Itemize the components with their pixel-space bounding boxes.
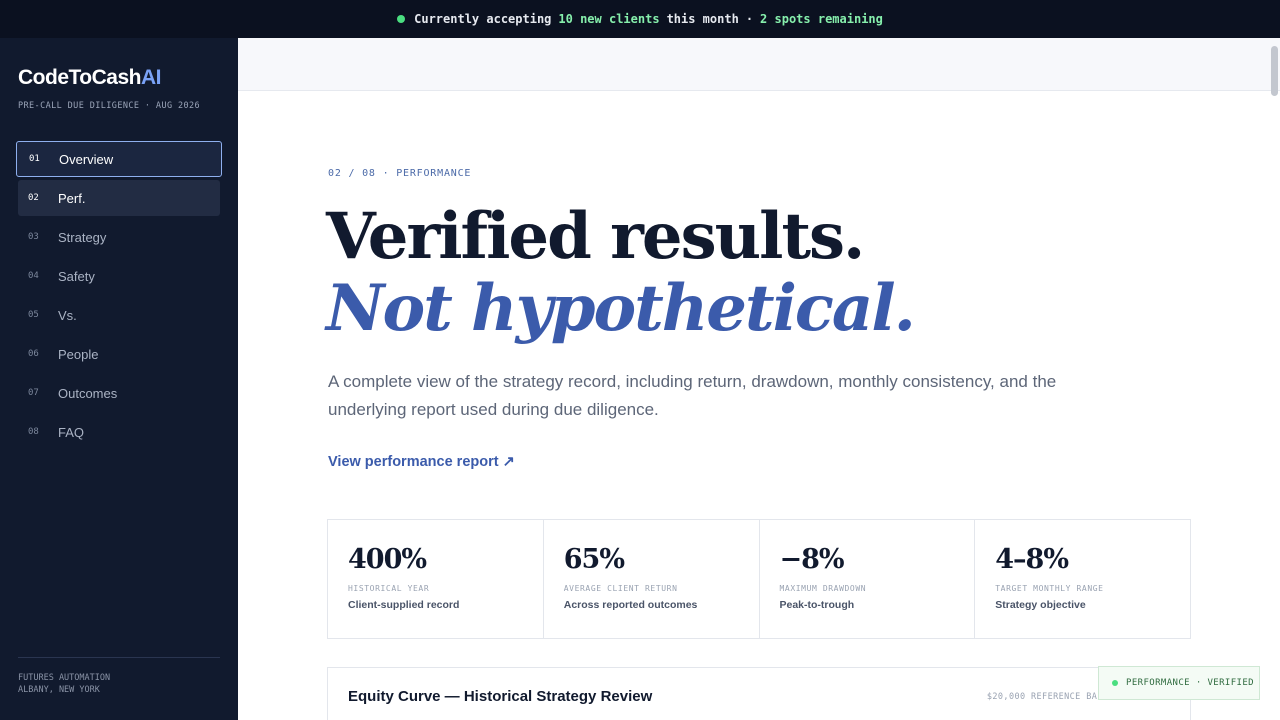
stat-value: 4–8% — [995, 544, 1069, 575]
stat-value: 65% — [563, 544, 625, 575]
stat-description: Across reported outcomes — [563, 599, 698, 611]
verified-badge-label: PERFORMANCE · VERIFIED — [1126, 678, 1255, 688]
stat-card: 65% AVERAGE CLIENT RETURN Across reporte… — [544, 520, 760, 638]
banner-separator: · — [745, 12, 754, 26]
brand-name-accent: AI — [140, 66, 162, 89]
stat-card: 400% HISTORICAL YEAR Client-supplied rec… — [328, 520, 544, 638]
nav-item-number: 01 — [29, 154, 40, 164]
stat-caption: AVERAGE CLIENT RETURN — [563, 584, 678, 593]
section-nav: 01 Overview 02 Perf. 03 Strategy 04 Safe… — [16, 141, 222, 453]
nav-item-versus[interactable]: 05 Vs. — [16, 297, 222, 333]
nav-item-label: Perf. — [58, 190, 86, 206]
stat-description: Client-supplied record — [348, 599, 460, 611]
stat-description: Strategy objective — [995, 599, 1086, 611]
stat-value: 400% — [348, 544, 427, 575]
nav-item-number: 03 — [28, 232, 39, 242]
nav-item-performance[interactable]: 02 Perf. — [18, 180, 220, 216]
nav-item-label: People — [58, 346, 99, 362]
status-dot-icon — [1112, 680, 1118, 686]
stat-value: −8% — [779, 544, 845, 575]
nav-item-strategy[interactable]: 03 Strategy — [16, 219, 222, 255]
lead-paragraph: A complete view of the strategy record, … — [328, 372, 1057, 419]
nav-item-faq[interactable]: 08 FAQ — [16, 414, 222, 450]
page-title: Verified results. — [326, 199, 865, 274]
nav-item-number: 08 — [28, 427, 39, 437]
performance-report-link[interactable]: View performance report ↗ — [328, 454, 515, 470]
nav-item-label: Safety — [58, 268, 95, 284]
nav-item-people[interactable]: 06 People — [16, 336, 222, 372]
banner-clients: 10 new clients — [558, 12, 660, 26]
nav-item-number: 04 — [28, 271, 39, 281]
nav-item-label: FAQ — [58, 424, 85, 440]
stat-caption: MAXIMUM DRAWDOWN — [779, 584, 867, 593]
equity-curve-card: Equity Curve — Historical Strategy Revie… — [327, 667, 1191, 720]
page-title-accent: Not hypothetical. — [326, 271, 916, 346]
scrollbar-thumb[interactable] — [1271, 46, 1278, 96]
brand-subtitle: PRE-CALL DUE DILIGENCE · AUG 2026 — [18, 101, 201, 111]
stat-card: −8% MAXIMUM DRAWDOWN Peak-to-trough — [760, 520, 976, 638]
stats-grid: 400% HISTORICAL YEAR Client-supplied rec… — [327, 519, 1191, 639]
nav-item-label: Strategy — [58, 229, 107, 245]
footer-line-2: ALBANY, NEW YORK — [18, 685, 100, 695]
sidebar: CodeToCashAI PRE-CALL DUE DILIGENCE · AU… — [0, 38, 238, 720]
nav-item-overview[interactable]: 01 Overview — [16, 141, 222, 177]
equity-curve-title: Equity Curve — Historical Strategy Revie… — [348, 688, 653, 705]
nav-item-label: Vs. — [58, 307, 77, 323]
stat-description: Peak-to-trough — [779, 599, 855, 611]
nav-item-number: 06 — [28, 349, 39, 359]
section-eyebrow: 02 / 08 · PERFORMANCE — [328, 168, 472, 179]
stat-caption: HISTORICAL YEAR — [348, 584, 430, 593]
nav-item-label: Outcomes — [58, 385, 118, 401]
nav-item-number: 05 — [28, 310, 39, 320]
sidebar-footer: FUTURES AUTOMATION ALBANY, NEW YORK — [18, 657, 220, 696]
nav-item-label: Overview — [59, 151, 114, 167]
status-dot-icon — [397, 15, 406, 23]
banner-text-2: this month — [666, 12, 739, 26]
nav-item-outcomes[interactable]: 07 Outcomes — [16, 375, 222, 411]
stat-caption: TARGET MONTHLY RANGE — [995, 584, 1104, 593]
verified-badge: PERFORMANCE · VERIFIED — [1098, 666, 1260, 700]
main-content: 02 / 08 · PERFORMANCE Verified results. … — [238, 38, 1280, 720]
brand-name: CodeToCash — [18, 66, 141, 89]
top-strip — [238, 38, 1280, 91]
banner-spots: 2 spots remaining — [760, 12, 883, 26]
brand-logo[interactable]: CodeToCashAI — [18, 66, 161, 90]
nav-item-safety[interactable]: 04 Safety — [16, 258, 222, 294]
footer-line-1: FUTURES AUTOMATION — [18, 673, 111, 683]
nav-item-number: 07 — [28, 388, 39, 398]
stat-card: 4–8% TARGET MONTHLY RANGE Strategy objec… — [975, 520, 1190, 638]
availability-banner: Currently accepting 10 new clients this … — [0, 0, 1280, 38]
nav-item-number: 02 — [28, 193, 39, 203]
banner-text-1: Currently accepting — [414, 12, 552, 26]
